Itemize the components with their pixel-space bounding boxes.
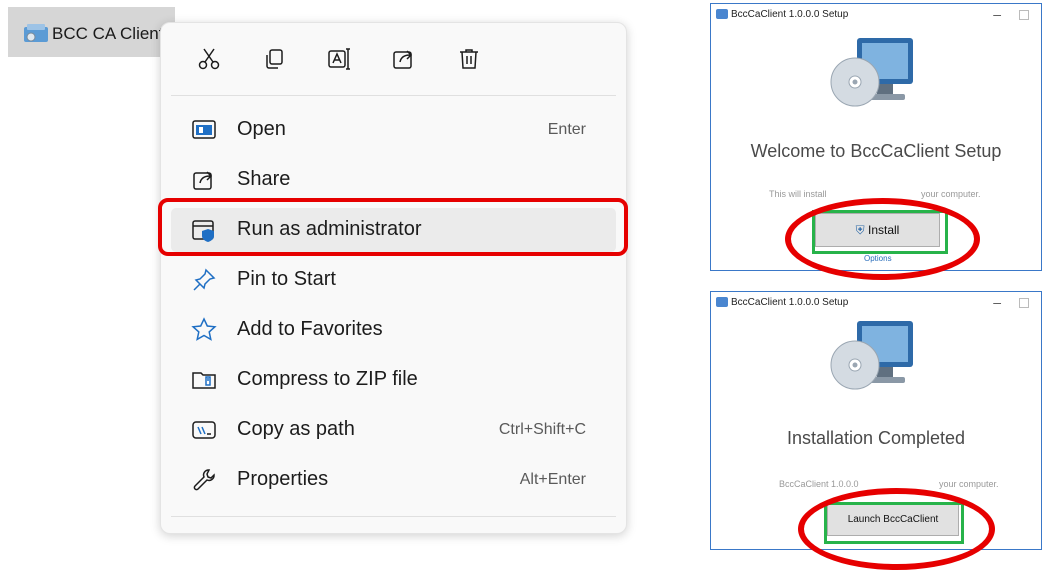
completed-heading: Installation Completed — [786, 428, 966, 448]
run-as-admin-icon — [192, 220, 214, 242]
installer-welcome-window: BccCaClient 1.0.0.0 Setup – Welcome to B… — [710, 3, 1042, 271]
computer-cd-icon — [830, 321, 913, 390]
pin-icon — [193, 268, 216, 291]
share-icon — [393, 50, 413, 69]
star-icon — [191, 317, 217, 341]
welcome-subtext-right: your computer. — [921, 189, 981, 199]
delete-button[interactable] — [451, 41, 487, 77]
completed-subtext-left: BccCaClient 1.0.0.0 — [779, 479, 859, 489]
menu-item-run-as-administrator[interactable]: Run as administrator — [171, 208, 616, 252]
cut-icon — [198, 48, 220, 70]
completed-subtext-right: your computer. — [939, 479, 999, 489]
window-titlebar: BccCaClient 1.0.0.0 Setup – — [711, 4, 1041, 28]
rename-icon — [328, 48, 350, 70]
menu-item-label: Copy as path — [237, 418, 355, 440]
toolbar-share-button[interactable] — [386, 41, 422, 77]
window-titlebar: BccCaClient 1.0.0.0 Setup – — [711, 292, 1041, 316]
open-icon — [192, 120, 216, 139]
menu-item-label: Properties — [237, 468, 329, 490]
menu-item-shortcut: Alt+Enter — [519, 471, 586, 488]
menu-item-label: Run as administrator — [237, 218, 422, 240]
menu-item-label: Compress to ZIP file — [237, 368, 418, 390]
copy-button[interactable] — [256, 41, 292, 77]
menu-item-label: Pin to Start — [237, 268, 336, 290]
maximize-button[interactable] — [1019, 298, 1029, 308]
cut-button[interactable] — [191, 41, 227, 77]
minimize-button[interactable]: – — [993, 294, 1001, 310]
delete-icon — [460, 49, 478, 69]
menu-item-compress-to-zip[interactable]: Compress to ZIP file — [171, 358, 616, 402]
welcome-subtext-left: This will install — [769, 189, 827, 199]
maximize-button[interactable] — [1019, 10, 1029, 20]
menu-divider — [171, 516, 616, 517]
menu-item-copy-as-path[interactable]: Copy as path Ctrl+Shift+C — [171, 408, 616, 452]
context-menu: Open Enter Share Run as administrator Pi… — [160, 22, 627, 534]
rename-button[interactable] — [321, 41, 357, 77]
menu-item-properties[interactable]: Properties Alt+Enter — [171, 458, 616, 502]
copy-icon — [266, 49, 283, 69]
installer-complete-window: BccCaClient 1.0.0.0 Setup – Installation… — [710, 291, 1042, 550]
share-icon — [193, 171, 213, 190]
installer-file-icon — [24, 24, 48, 42]
desktop-file-item[interactable]: BCC CA Client — [8, 7, 175, 57]
menu-item-add-to-favorites[interactable]: Add to Favorites — [171, 308, 616, 352]
window-title: BccCaClient 1.0.0.0 Setup — [731, 297, 849, 308]
install-button[interactable]: ⛨ Install — [815, 213, 940, 247]
menu-item-shortcut: Enter — [547, 121, 586, 138]
app-icon — [716, 297, 728, 307]
zip-icon — [192, 372, 216, 389]
uac-shield-icon: ⛨ — [855, 223, 868, 237]
menu-item-share[interactable]: Share — [171, 158, 616, 202]
menu-item-label: Open — [237, 118, 286, 140]
install-button-label: Install — [867, 223, 900, 237]
options-link[interactable]: Options — [864, 254, 892, 263]
window-title: BccCaClient 1.0.0.0 Setup — [731, 9, 849, 20]
app-icon — [716, 9, 728, 19]
menu-divider — [171, 95, 616, 96]
menu-item-shortcut: Ctrl+Shift+C — [498, 421, 586, 438]
menu-item-open[interactable]: Open Enter — [171, 108, 616, 152]
properties-icon — [193, 469, 215, 491]
minimize-button[interactable]: – — [993, 6, 1001, 22]
menu-item-label: Share — [237, 168, 291, 190]
launch-button[interactable]: Launch BccCaClient — [827, 504, 959, 536]
computer-cd-icon — [830, 38, 913, 107]
welcome-heading: Welcome to BccCaClient Setup — [750, 141, 1002, 161]
menu-item-pin-to-start[interactable]: Pin to Start — [171, 258, 616, 302]
menu-item-label: Add to Favorites — [237, 318, 383, 340]
copy-path-icon — [192, 421, 216, 439]
file-name-label: BCC CA Client — [52, 24, 164, 43]
context-menu-toolbar — [161, 23, 626, 95]
